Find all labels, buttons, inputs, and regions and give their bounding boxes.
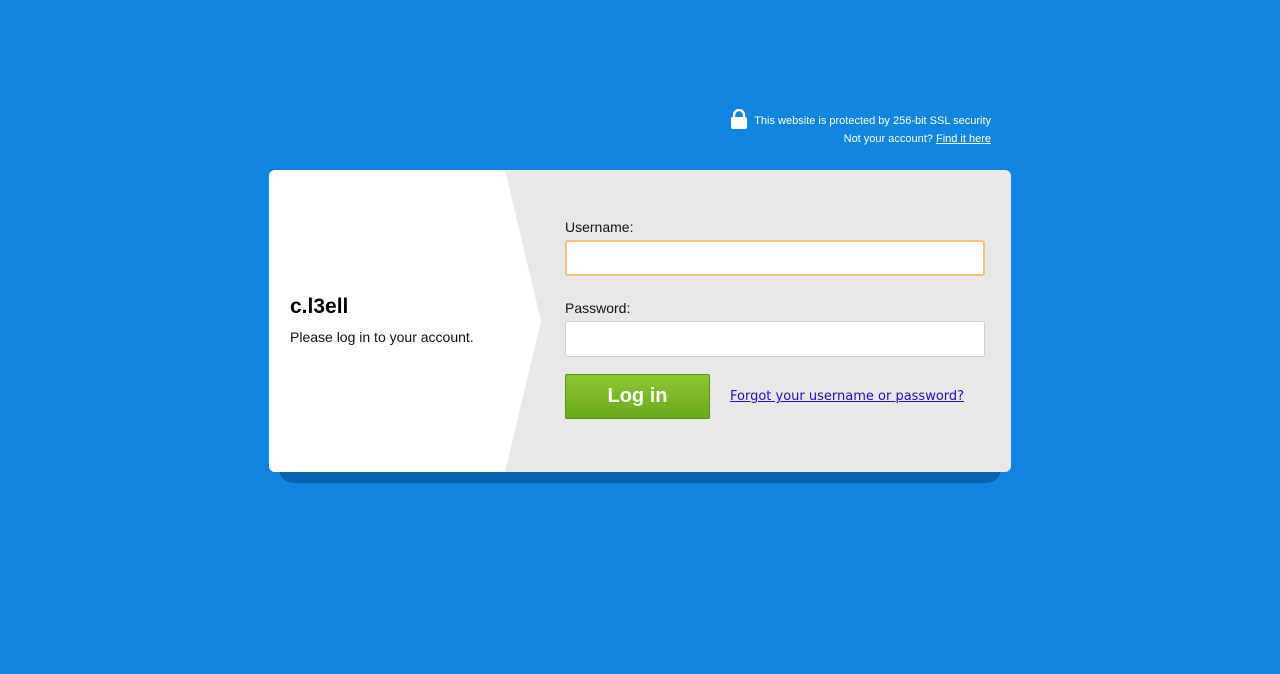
find-it-here-link[interactable]: Find it here xyxy=(936,130,991,148)
username-input[interactable] xyxy=(565,240,985,276)
username-label: Username: xyxy=(565,219,634,235)
login-card: c.l3ell Please log in to your account. U… xyxy=(269,170,1011,472)
not-account-text: Not your account? xyxy=(843,133,933,145)
password-label: Password: xyxy=(565,300,631,316)
forgot-credentials-link[interactable]: Forgot your username or password? xyxy=(730,389,964,404)
password-input[interactable] xyxy=(565,321,985,357)
security-text: This website is protected by 256-bit SSL… xyxy=(754,115,991,127)
brand-title: c.l3ell xyxy=(290,295,349,318)
login-form: Username: Password: Log in Forgot your u… xyxy=(565,218,985,419)
brand-subtitle: Please log in to your account. xyxy=(290,329,474,345)
lock-icon xyxy=(730,108,748,129)
login-button[interactable]: Log in xyxy=(565,374,710,419)
brand-block: c.l3ell Please log in to your account. xyxy=(290,294,474,346)
security-notice: This website is protected by 256-bit SSL… xyxy=(730,108,991,148)
